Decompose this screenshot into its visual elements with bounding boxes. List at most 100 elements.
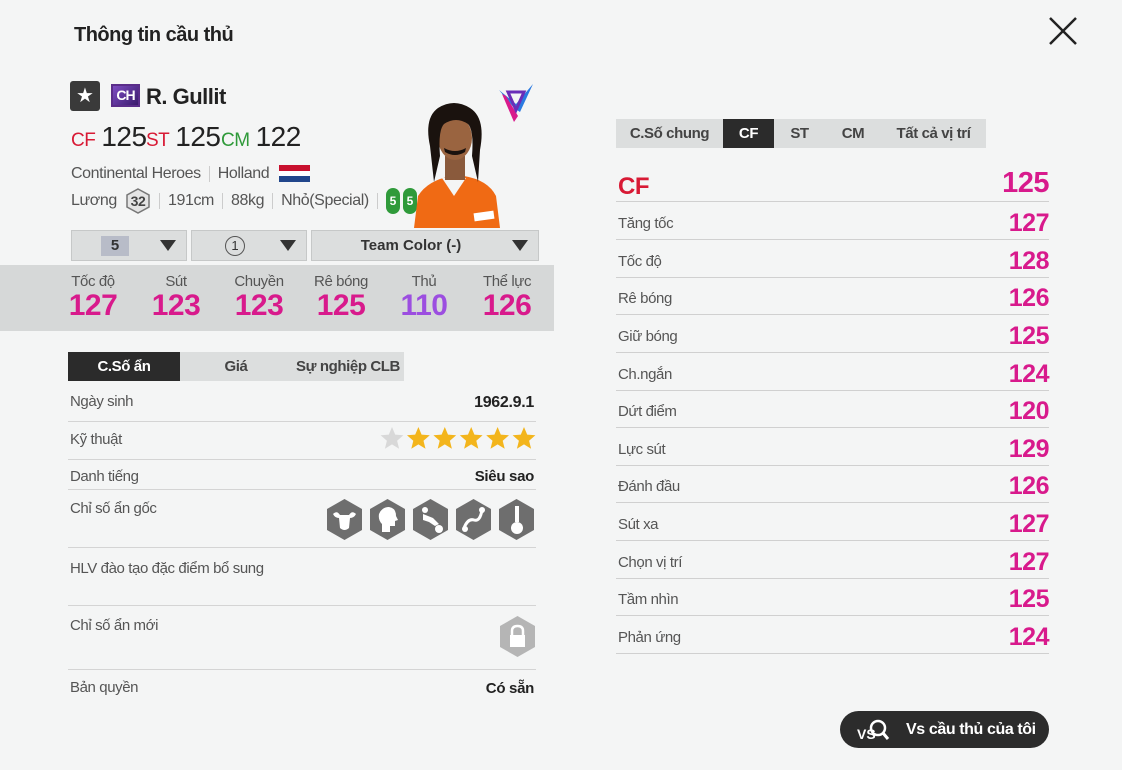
- compare-button-label: Vs cầu thủ của tôi: [906, 721, 1036, 738]
- tab-all-positions[interactable]: Tất cả vị trí: [881, 119, 986, 148]
- new-traits-label: Chỉ số ẩn mới: [70, 617, 159, 634]
- skill-stars-graphic: [380, 427, 536, 449]
- player-name: R. Gullit: [146, 84, 226, 109]
- tab-general-stats[interactable]: C.Số chung: [616, 119, 723, 148]
- summary-stats-band: Tốc độ 127 Sút 123 Chuyền 123 Rê bóng 125 Th…: [0, 265, 554, 331]
- position-tabs: C.Số chung CF ST CM Tất cả vị trí: [616, 119, 986, 148]
- dribble-icon[interactable]: [454, 498, 493, 541]
- summary-stat: Thể lực 126: [482, 273, 532, 322]
- finesse-shot-icon[interactable]: [497, 498, 536, 541]
- attribute-row: Giữ bóng 125: [616, 315, 1050, 353]
- compare-my-player-button[interactable]: VS Vs cầu thủ của tôi: [840, 711, 1049, 748]
- team-chem-value: 1: [225, 236, 245, 256]
- attribute-row: Tốc độ 128: [616, 240, 1050, 278]
- divider: [68, 605, 536, 606]
- physical-info-line: Lương 32 191cm 88kg Nhỏ(Special) 5 5: [71, 188, 420, 214]
- chevron-down-icon: [280, 240, 296, 251]
- position-ovr-st: ST 125: [146, 121, 221, 153]
- rights-value: Có sẵn: [485, 680, 535, 697]
- divider: [68, 489, 536, 490]
- tab-cf[interactable]: CF: [723, 119, 774, 148]
- wage-value: 32: [130, 193, 146, 209]
- fame-label: Danh tiếng: [70, 468, 139, 485]
- weak-foot-left-badge: 5: [385, 188, 400, 214]
- page-title: Thông tin cầu thủ: [74, 24, 234, 46]
- bull-icon[interactable]: [325, 498, 364, 541]
- tab-st[interactable]: ST: [774, 119, 825, 148]
- position-ovr-cf: CF 125: [71, 121, 147, 153]
- team-color-value: Team Color (-): [360, 237, 462, 254]
- ovr-value: 122: [255, 121, 302, 152]
- skill-stars: [379, 426, 537, 457]
- attribute-position: CF: [618, 173, 650, 200]
- attribute-position-ovr: 125: [1002, 167, 1049, 199]
- traits-icons: [325, 498, 536, 541]
- star-filled-icon: [459, 427, 483, 449]
- wage-badge: 32: [125, 188, 151, 214]
- summary-stat: Tốc độ 127: [68, 273, 118, 322]
- nation-name: Holland: [217, 165, 270, 182]
- star-filled-icon: [512, 427, 536, 449]
- weight-value: 88kg: [230, 192, 265, 210]
- summary-stat: Rê bóng 125: [314, 273, 368, 322]
- season-badge: CH: [111, 84, 140, 107]
- close-icon[interactable]: [1046, 14, 1080, 48]
- season-nation-line: Continental Heroes Holland: [71, 165, 311, 183]
- ovr-value: 125: [175, 121, 221, 152]
- star-filled-icon: [486, 427, 509, 449]
- star-filled-icon: [407, 427, 430, 449]
- team-chem-select[interactable]: 1: [191, 230, 307, 261]
- star-filled-icon: [433, 427, 457, 449]
- chevron-down-icon: [512, 240, 528, 251]
- rights-label: Bản quyền: [70, 679, 139, 696]
- attribute-row: Tầm nhìn 125: [616, 578, 1050, 616]
- divider: [68, 547, 536, 548]
- fame-value: Siêu sao: [474, 468, 535, 485]
- attribute-row: Dứt điểm 120: [616, 390, 1050, 428]
- vs-search-icon: VS: [857, 719, 890, 742]
- head-icon[interactable]: [368, 498, 407, 541]
- birth-value: 1962.9.1: [474, 394, 534, 411]
- netherlands-flag-icon: [279, 165, 311, 183]
- attribute-row: Đánh đầu 126: [616, 465, 1050, 503]
- divider: [68, 459, 536, 460]
- upgrade-level-value: 5: [100, 236, 130, 256]
- skill-label: Kỹ thuật: [70, 431, 122, 448]
- tab-price[interactable]: Giá: [180, 352, 292, 381]
- star-empty-icon: [380, 427, 404, 449]
- ovr-value: 125: [101, 121, 147, 152]
- favorite-star-icon[interactable]: ★: [70, 81, 100, 111]
- position-label: CF: [71, 130, 96, 151]
- attribute-row: Lực sút 129: [616, 428, 1050, 466]
- divider: [68, 669, 536, 670]
- summary-stat: Sút 123: [151, 273, 201, 322]
- traits-label: Chỉ số ẩn gốc: [70, 500, 157, 517]
- upgrade-level-select[interactable]: 5: [71, 230, 187, 261]
- season-logo-icon: [499, 84, 533, 122]
- coach-traits-label: HLV đào tạo đặc điểm bổ sung: [70, 560, 264, 577]
- attribute-row: Chọn vị trí 127: [616, 541, 1050, 579]
- attribute-row: Ch.ngắn 124: [616, 353, 1050, 391]
- lock-icon: [500, 616, 535, 657]
- detail-tabs: C.Số ẩn Giá Sự nghiệp CLB: [68, 352, 404, 381]
- tab-club-career[interactable]: Sự nghiệp CLB: [292, 352, 404, 381]
- position-label: ST: [146, 130, 170, 151]
- attribute-row: Tăng tốc 127: [616, 202, 1050, 240]
- chevron-down-icon: [160, 240, 176, 251]
- body-type-value: Nhỏ(Special): [281, 192, 369, 210]
- attribute-row: Sút xa 127: [616, 503, 1050, 541]
- birth-label: Ngày sinh: [70, 393, 134, 410]
- tackle-icon[interactable]: [411, 498, 450, 541]
- tab-hidden-stats[interactable]: C.Số ẩn: [68, 352, 180, 381]
- position-ovr-cm: CM 122: [221, 121, 301, 153]
- attribute-header-row: CF 125: [616, 164, 1049, 202]
- tab-cm[interactable]: CM: [825, 119, 881, 148]
- attribute-row: Phản ứng 124: [616, 616, 1050, 654]
- divider: [68, 421, 536, 422]
- team-color-select[interactable]: Team Color (-): [311, 230, 539, 261]
- summary-stat: Chuyền 123: [234, 273, 284, 322]
- close-button[interactable]: [1046, 14, 1080, 48]
- attribute-row: Rê bóng 126: [616, 277, 1050, 315]
- season-name: Continental Heroes: [71, 165, 201, 182]
- summary-stat: Thủ 110: [400, 273, 448, 322]
